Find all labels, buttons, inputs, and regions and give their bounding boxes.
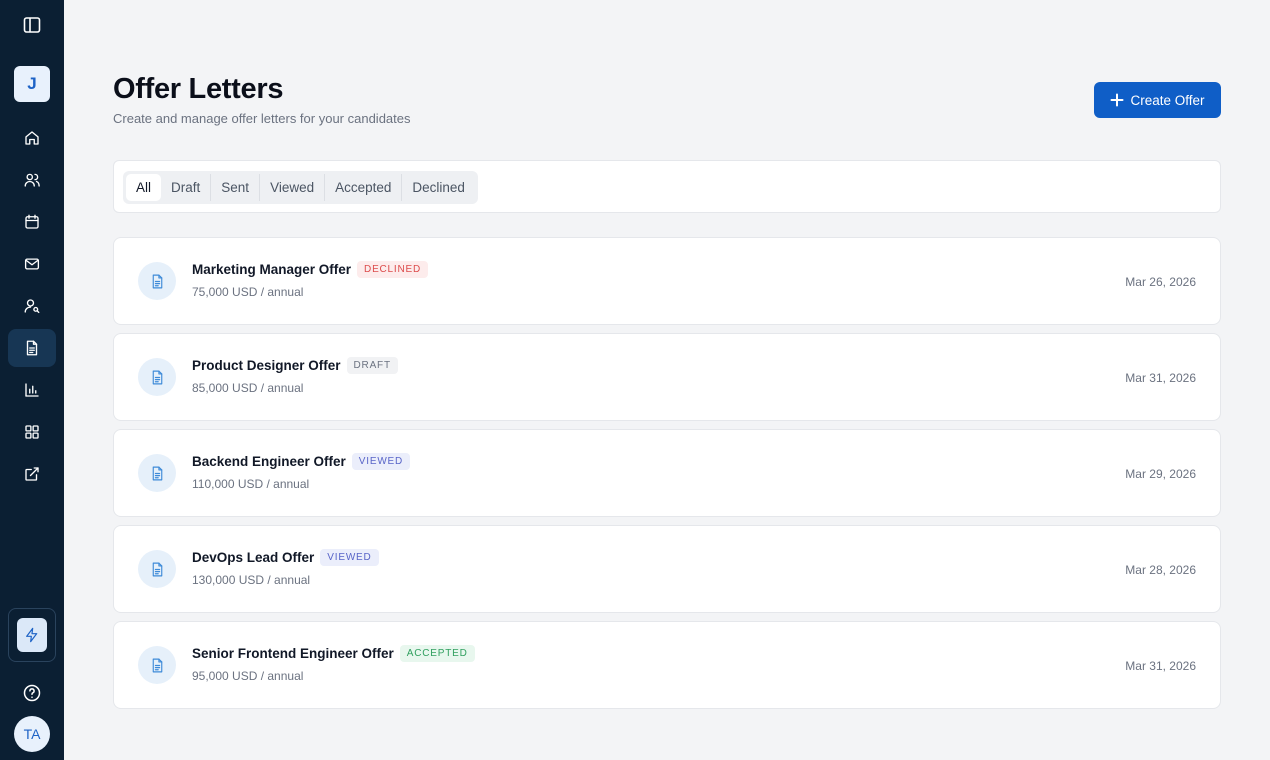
tab-accepted[interactable]: Accepted [325, 174, 403, 201]
avatar[interactable]: TA [14, 716, 50, 752]
users-icon[interactable] [8, 161, 56, 199]
page-title: Offer Letters [113, 73, 284, 105]
offer-card[interactable]: Senior Frontend Engineer Offer ACCEPTED … [113, 621, 1221, 709]
status-badge: DRAFT [346, 357, 398, 374]
workspace-switcher[interactable]: J [14, 66, 50, 102]
tab-declined[interactable]: Declined [402, 174, 475, 201]
offer-salary: 95,000 USD / annual [192, 669, 304, 683]
quick-actions-button[interactable] [8, 608, 56, 662]
grid-icon[interactable] [8, 413, 56, 451]
status-badge: ACCEPTED [399, 645, 475, 662]
offer-salary: 110,000 USD / annual [192, 477, 310, 491]
calendar-icon[interactable] [8, 203, 56, 241]
offer-salary: 130,000 USD / annual [192, 573, 311, 587]
offer-date: Mar 31, 2026 [1125, 659, 1196, 673]
offer-title: DevOps Lead Offer [192, 550, 315, 565]
tab-sent[interactable]: Sent [211, 174, 261, 201]
offer-card[interactable]: Backend Engineer Offer VIEWED 110,000 US… [113, 429, 1221, 517]
offer-date: Mar 31, 2026 [1125, 371, 1196, 385]
tab-viewed[interactable]: Viewed [260, 174, 326, 201]
user-search-icon[interactable] [8, 287, 56, 325]
offer-title: Senior Frontend Engineer Offer [192, 646, 394, 661]
offer-title: Backend Engineer Offer [192, 454, 346, 469]
document-icon[interactable] [8, 329, 56, 367]
document-icon [138, 550, 176, 588]
offer-date: Mar 28, 2026 [1125, 563, 1196, 577]
offer-date: Mar 29, 2026 [1125, 467, 1196, 481]
create-offer-label: Create Offer [1130, 92, 1205, 108]
tab-all[interactable]: All [126, 174, 162, 201]
help-icon[interactable] [22, 683, 42, 703]
offer-card[interactable]: Marketing Manager Offer DECLINED 75,000 … [113, 237, 1221, 325]
offer-date: Mar 26, 2026 [1125, 275, 1196, 289]
offer-salary: 75,000 USD / annual [192, 285, 304, 299]
document-icon [138, 262, 176, 300]
plus-icon [1110, 93, 1124, 107]
sidebar: J TA [0, 0, 64, 760]
create-offer-button[interactable]: Create Offer [1094, 82, 1221, 118]
offer-card[interactable]: DevOps Lead Offer VIEWED 130,000 USD / a… [113, 525, 1221, 613]
status-badge: VIEWED [320, 549, 379, 566]
offer-title: Marketing Manager Offer [192, 262, 352, 277]
page-subtitle: Create and manage offer letters for your… [113, 111, 411, 126]
status-badge: VIEWED [351, 453, 411, 470]
home-icon[interactable] [8, 119, 56, 157]
offer-title: Product Designer Offer [192, 358, 341, 373]
external-link-icon[interactable] [8, 455, 56, 493]
document-icon [138, 358, 176, 396]
offer-salary: 85,000 USD / annual [192, 381, 304, 395]
document-icon [138, 646, 176, 684]
sidebar-toggle-icon[interactable] [22, 15, 42, 35]
tab-draft[interactable]: Draft [161, 174, 212, 201]
status-tabs: All Draft Sent Viewed Accepted Declined [123, 171, 478, 204]
filter-bar: All Draft Sent Viewed Accepted Declined [113, 160, 1221, 213]
document-icon [138, 454, 176, 492]
bolt-icon [17, 618, 47, 652]
bar-chart-icon[interactable] [8, 371, 56, 409]
status-badge: DECLINED [357, 261, 429, 278]
mail-icon[interactable] [8, 245, 56, 283]
offer-card[interactable]: Product Designer Offer DRAFT 85,000 USD … [113, 333, 1221, 421]
